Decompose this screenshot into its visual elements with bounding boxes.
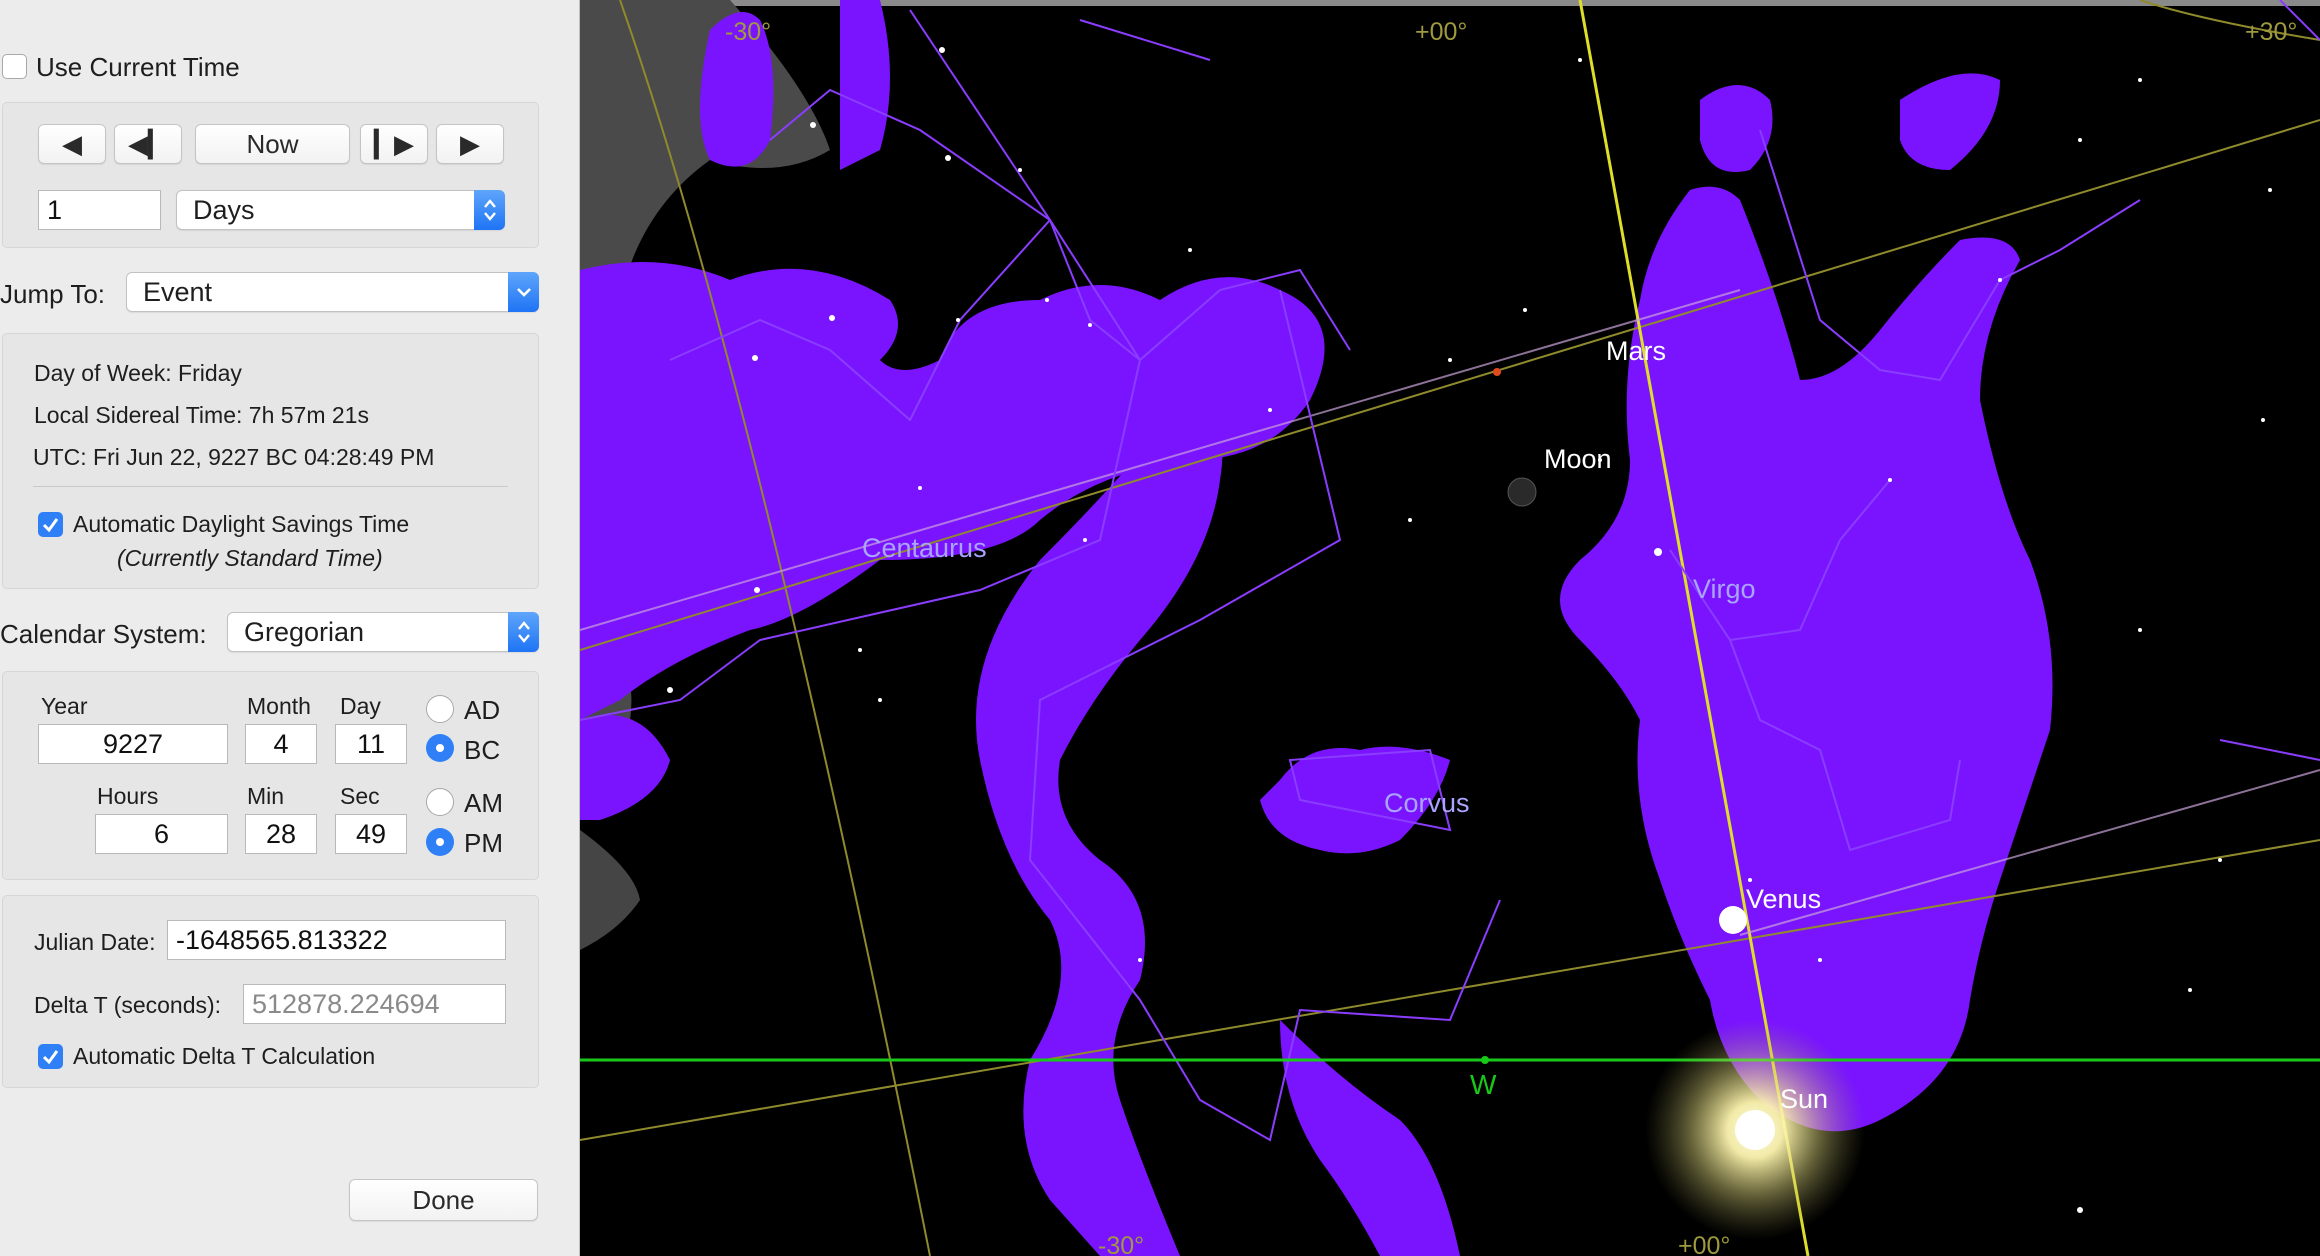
divider [33,486,508,487]
calendar-system-label: Calendar System: [0,619,207,649]
ad-radio[interactable] [426,695,454,723]
month-input[interactable]: 4 [245,724,317,764]
chevron-updown-icon [474,190,505,230]
delta-t-input[interactable]: 512878.224694 [243,984,506,1024]
jump-to-select[interactable]: Event [126,272,539,312]
dst-status-note: (Currently Standard Time) [117,545,383,571]
seconds-label: Sec [340,783,380,809]
play-forward-button[interactable]: ▶ [436,124,504,164]
calendar-system-value: Gregorian [244,616,365,647]
time-step-group: ◀ ◀▎ Now ▎▶ ▶ 1 Days [2,102,539,248]
grid-label-bottom-mid: +00° [1678,1232,1730,1256]
chevron-down-icon [508,272,539,312]
bc-radio[interactable] [426,734,454,762]
done-button[interactable]: Done [349,1179,538,1221]
planet-label-moon[interactable]: Moon [1544,444,1612,474]
constellation-label-virgo[interactable]: Virgo [1693,574,1756,604]
constellation-label-corvus[interactable]: Corvus [1384,788,1470,818]
minutes-input[interactable]: 28 [245,814,317,854]
utc-text: UTC: Fri Jun 22, 9227 BC 04:28:49 PM [33,444,435,470]
done-button-label: Done [412,1184,475,1215]
planet-label-mars[interactable]: Mars [1606,336,1666,366]
step-forward-icon: ▎▶ [374,128,414,159]
day-input[interactable]: 11 [335,724,407,764]
hours-input[interactable]: 6 [95,814,228,854]
mars-dot[interactable] [1493,368,1501,376]
rewind-button[interactable]: ◀ [38,124,106,164]
compass-west-label: W [1470,1069,1497,1100]
sun-disk[interactable] [1735,1110,1775,1150]
time-control-panel: Use Current Time ◀ ◀▎ Now ▎▶ ▶ 1 Days Ju… [0,0,580,1256]
seconds-input[interactable]: 49 [335,814,407,854]
grid-label-top-right: +30° [2245,18,2297,46]
grid-label-top-mid: +00° [1415,18,1467,46]
jump-to-label: Jump To: [0,279,106,309]
chevron-updown-icon [508,612,539,652]
step-unit-value: Days [193,194,255,225]
pm-radio[interactable] [426,828,454,856]
step-amount-input[interactable]: 1 [38,190,161,230]
rewind-icon: ◀ [62,128,82,159]
julian-date-input[interactable]: -1648565.813322 [167,920,506,960]
time-info-group: Day of Week: Friday Local Sidereal Time:… [2,333,539,589]
step-unit-select[interactable]: Days [176,190,505,230]
use-current-time-label: Use Current Time [36,52,240,82]
play-forward-icon: ▶ [460,128,480,159]
planet-label-venus[interactable]: Venus [1746,884,1821,914]
constellation-label-centaurus[interactable]: Centaurus [862,533,987,563]
delta-t-label: Delta T (seconds): [34,992,222,1018]
ad-label: AD [464,695,501,725]
date-time-group: Year 9227 Month 4 Day 11 AD BC Hours 6 M… [2,671,539,880]
step-forward-button[interactable]: ▎▶ [360,124,428,164]
use-current-time-checkbox[interactable] [2,54,27,79]
minutes-label: Min [247,783,285,809]
day-label: Day [340,693,381,719]
sky-view[interactable]: -30° +00° +30° -30° +00° Centaurus Virgo… [580,0,2320,1256]
am-radio[interactable] [426,788,454,816]
planet-label-sun[interactable]: Sun [1780,1084,1828,1114]
step-back-button[interactable]: ◀▎ [114,124,182,164]
auto-dst-label: Automatic Daylight Savings Time [73,511,410,537]
checkmark-icon [42,518,59,533]
grid-label-bottom-left: -30° [1098,1232,1144,1256]
west-marker [1481,1056,1489,1064]
auto-dst-checkbox[interactable] [38,512,63,537]
moon-disk[interactable] [1507,477,1537,507]
bc-label: BC [464,735,501,765]
auto-delta-t-label: Automatic Delta T Calculation [73,1043,376,1069]
auto-delta-t-checkbox[interactable] [38,1044,63,1069]
checkmark-icon [42,1050,59,1065]
now-button[interactable]: Now [195,124,350,164]
step-back-icon: ◀▎ [128,128,168,159]
am-label: AM [464,788,503,818]
calendar-system-select[interactable]: Gregorian [227,612,539,652]
now-button-label: Now [246,128,299,159]
hours-label: Hours [97,783,159,809]
sky-chart[interactable]: -30° +00° +30° -30° +00° Centaurus Virgo… [580,0,2320,1256]
venus-dot[interactable] [1719,906,1747,934]
jump-to-value: Event [143,276,213,307]
pm-label: PM [464,828,503,858]
grid-label-top-left: -30° [725,18,771,46]
sidereal-time-text: Local Sidereal Time: 7h 57m 21s [34,402,369,428]
year-input[interactable]: 9227 [38,724,228,764]
julian-date-group: Julian Date: -1648565.813322 Delta T (se… [2,895,539,1088]
julian-date-label: Julian Date: [34,929,156,955]
month-label: Month [247,693,311,719]
day-of-week-text: Day of Week: Friday [34,360,242,386]
year-label: Year [41,693,88,719]
